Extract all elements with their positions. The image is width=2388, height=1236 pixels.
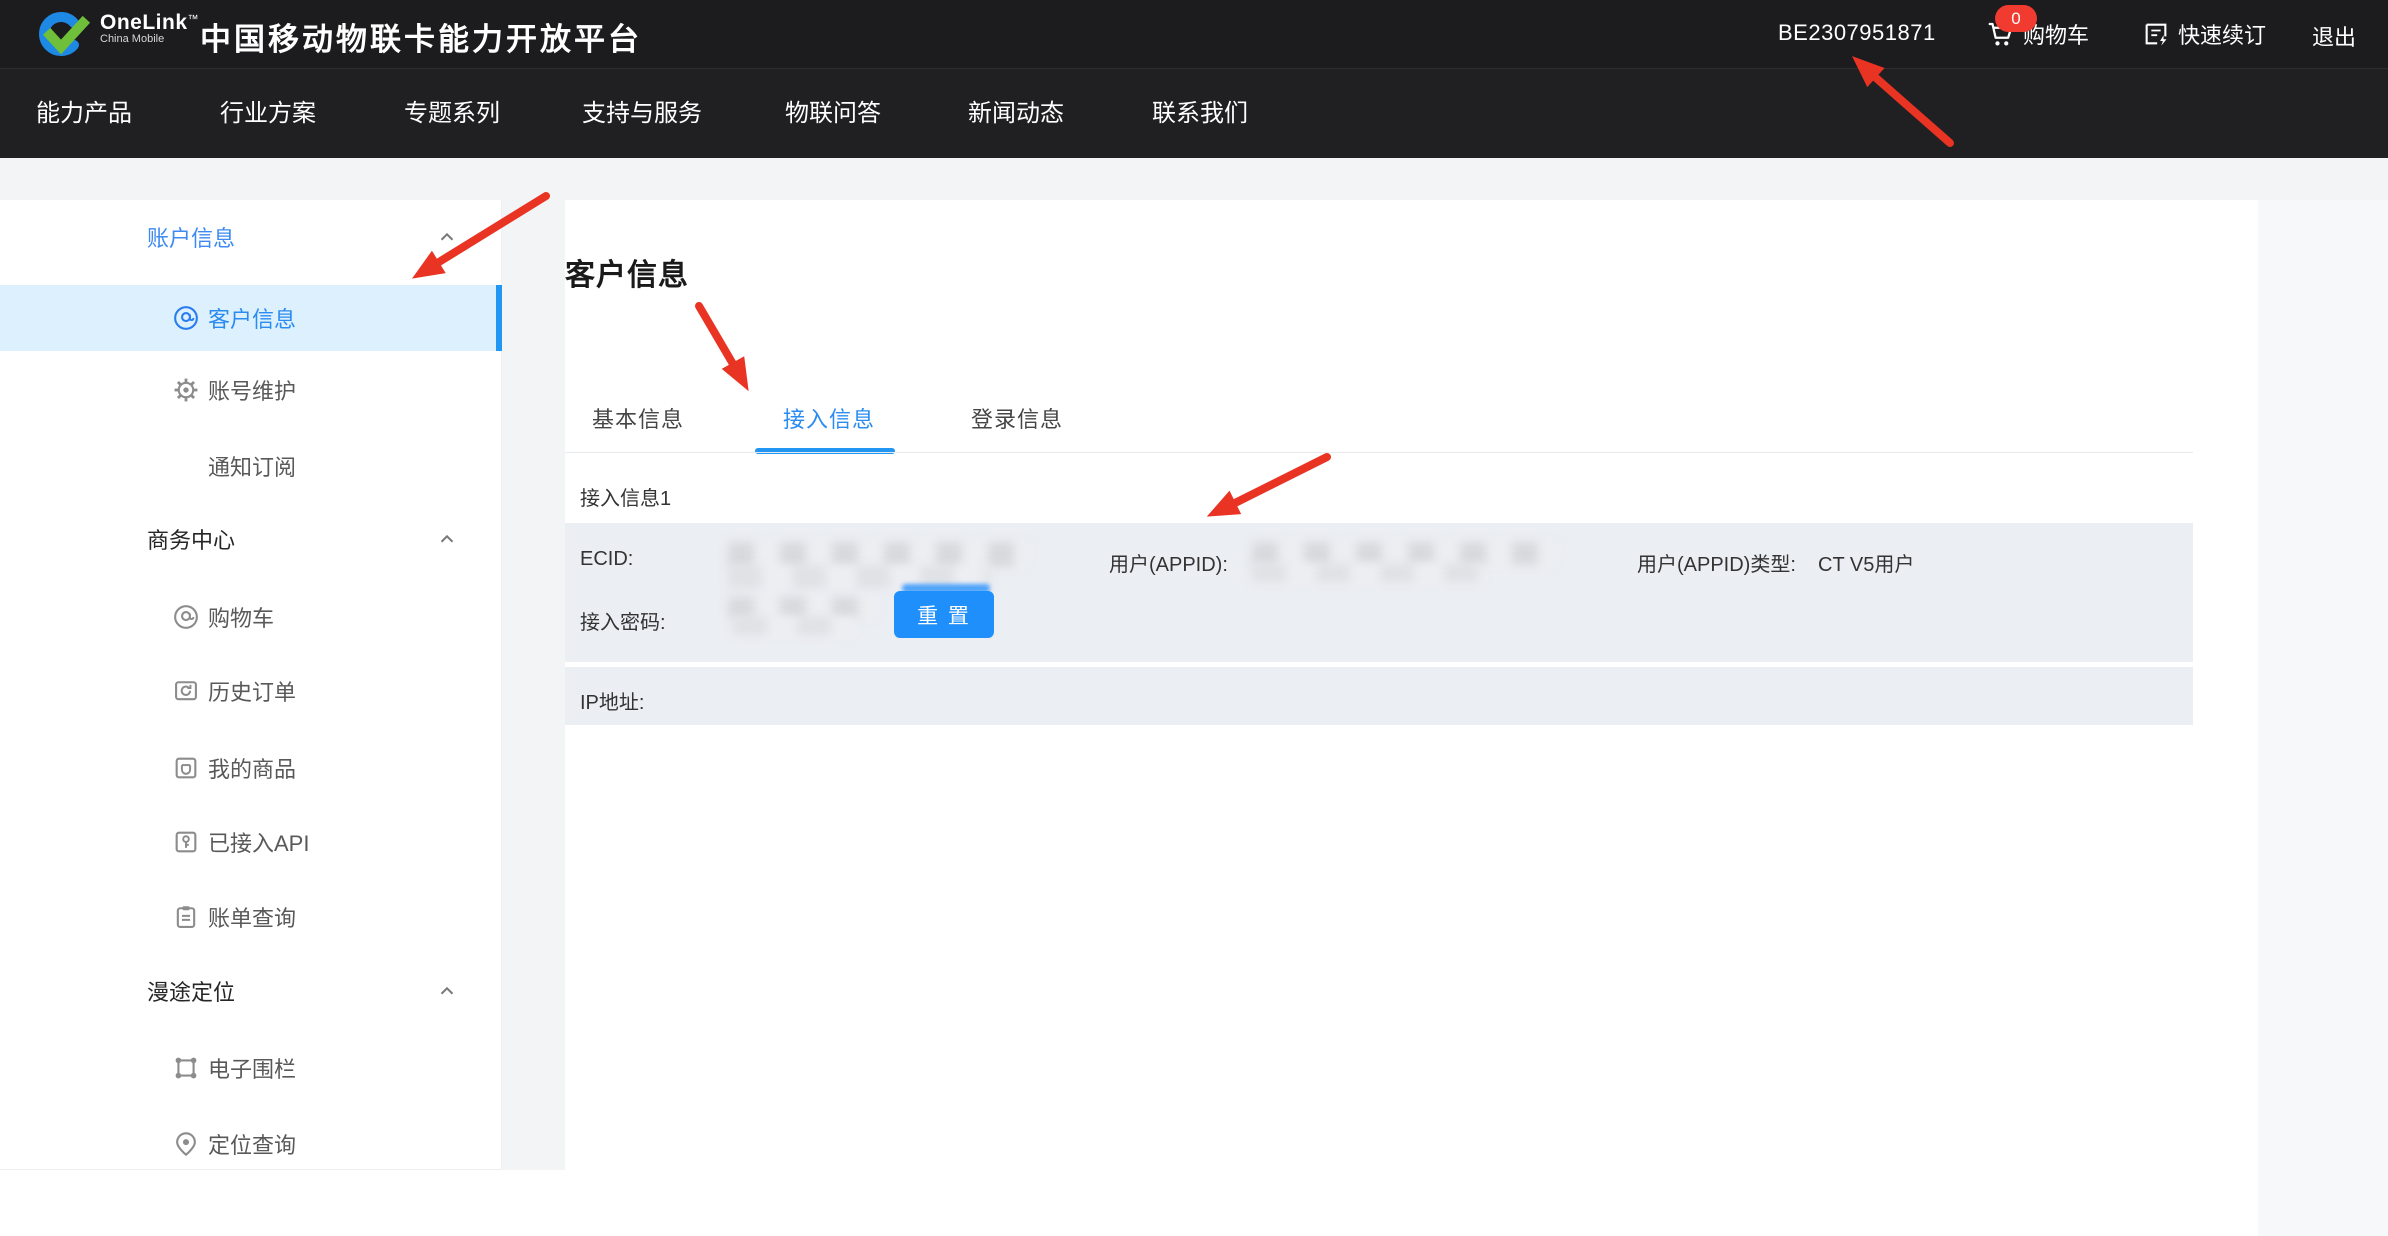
- sidebar-item-connected-api[interactable]: 已接入API: [0, 809, 502, 875]
- sidebar-item-history-orders[interactable]: 历史订单: [0, 658, 502, 724]
- sidebar-section-location[interactable]: 漫途定位: [0, 964, 502, 1018]
- sidebar-item-label: 我的商品: [208, 752, 296, 784]
- sidebar-item-label: 购物车: [208, 601, 274, 633]
- brand-trademark: ™: [188, 14, 199, 26]
- nav-item-industry[interactable]: 行业方案: [220, 69, 316, 159]
- sidebar-item-account-maintain[interactable]: 账号维护: [0, 357, 502, 423]
- redacted-ecid-value: [728, 542, 1028, 567]
- bag-icon: [172, 754, 200, 782]
- history-icon: [172, 677, 200, 705]
- at-circle-icon: [172, 603, 200, 631]
- brand-subtitle: China Mobile: [100, 34, 199, 46]
- reset-password-button[interactable]: 重 置: [894, 591, 994, 638]
- sidebar-item-bill-query[interactable]: 账单查询: [0, 884, 502, 950]
- sidebar-item-customer-info[interactable]: 客户信息: [0, 285, 502, 351]
- nav-item-qa[interactable]: 物联问答: [785, 69, 881, 159]
- active-tab-underline: [755, 448, 895, 454]
- sidebar-section-label: 商务中心: [147, 523, 235, 555]
- redacted-appid-value: [1252, 564, 1484, 582]
- fence-icon: [172, 1054, 200, 1082]
- appid-type-value: CT V5用户: [1818, 548, 1914, 577]
- sidebar-item-label: 客户信息: [208, 302, 296, 334]
- key-square-icon: [172, 828, 200, 856]
- sidebar-section-label: 漫途定位: [147, 975, 235, 1007]
- sidebar: 账户信息 客户信息: [0, 200, 502, 1170]
- appid-type-label: 用户(APPID)类型:: [1637, 548, 1796, 577]
- at-circle-icon: [172, 304, 200, 332]
- portal-title: 中国移动物联卡能力开放平台: [200, 14, 642, 59]
- sidebar-section-account[interactable]: 账户信息: [0, 210, 502, 264]
- sidebar-item-label: 定位查询: [208, 1128, 296, 1160]
- sidebar-section-label: 账户信息: [147, 221, 235, 253]
- nav-item-capability[interactable]: 能力产品: [36, 69, 132, 159]
- sidebar-section-business[interactable]: 商务中心: [0, 512, 502, 566]
- sidebar-gutter: [502, 200, 565, 1170]
- redacted-password-value: [728, 597, 876, 618]
- ecid-label: ECID:: [580, 548, 633, 571]
- topbar: OneLink™ China Mobile 中国移动物联卡能力开放平台 BE23…: [0, 0, 2388, 68]
- sidebar-item-label: 账号维护: [208, 374, 296, 406]
- quick-renew-icon: [2142, 20, 2170, 48]
- nav-item-news[interactable]: 新闻动态: [968, 69, 1064, 159]
- nav-item-series[interactable]: 专题系列: [404, 69, 500, 159]
- page: OneLink™ China Mobile 中国移动物联卡能力开放平台 BE23…: [0, 0, 2388, 1236]
- sidebar-item-label: 已接入API: [208, 826, 309, 858]
- tab-access-info[interactable]: 接入信息: [783, 402, 875, 434]
- gear-icon: [172, 376, 200, 404]
- nav-item-contact[interactable]: 联系我们: [1152, 69, 1248, 159]
- redacted-appid-value: [1252, 542, 1556, 565]
- quick-renew-button[interactable]: 快速续订: [2142, 18, 2266, 50]
- tab-basic-info[interactable]: 基本信息: [592, 402, 684, 434]
- nav-item-support[interactable]: 支持与服务: [582, 69, 702, 159]
- sidebar-item-location-query[interactable]: 定位查询: [0, 1111, 502, 1177]
- access-password-label: 接入密码:: [580, 606, 666, 635]
- sidebar-item-label: 历史订单: [208, 675, 296, 707]
- sidebar-item-shopping-cart[interactable]: 购物车: [0, 584, 502, 650]
- brand-name: OneLink: [100, 11, 188, 34]
- selected-indicator: [496, 285, 502, 351]
- page-background-band: [0, 158, 2388, 200]
- page-title: 客户信息: [565, 250, 689, 294]
- page-right-margin: [2258, 200, 2388, 1236]
- sidebar-item-label: 通知订阅: [208, 450, 296, 482]
- sidebar-item-notify-subscribe[interactable]: 通知订阅: [0, 433, 502, 499]
- bill-icon: [172, 903, 200, 931]
- chevron-up-icon: [436, 980, 458, 1002]
- brand-text: OneLink™ China Mobile: [100, 12, 199, 46]
- sidebar-item-my-products[interactable]: 我的商品: [0, 735, 502, 801]
- logout-button[interactable]: 退出: [2312, 20, 2356, 52]
- main-nav: 能力产品 行业方案 专题系列 支持与服务 物联问答 新闻动态 联系我们: [0, 68, 2388, 158]
- user-id[interactable]: BE2307951871: [1778, 20, 1936, 46]
- chevron-up-icon: [436, 528, 458, 550]
- sidebar-item-label: 账单查询: [208, 901, 296, 933]
- sidebar-item-geo-fence[interactable]: 电子围栏: [0, 1035, 502, 1101]
- quick-renew-label: 快速续订: [2178, 18, 2266, 50]
- tab-login-info[interactable]: 登录信息: [971, 402, 1063, 434]
- access-info-section-label: 接入信息1: [580, 482, 671, 511]
- ip-address-label: IP地址:: [580, 686, 644, 715]
- location-icon: [172, 1130, 200, 1158]
- appid-label: 用户(APPID):: [1109, 548, 1228, 577]
- chevron-up-icon: [436, 226, 458, 248]
- cart-badge: 0: [1995, 5, 2037, 32]
- sidebar-item-label: 电子围栏: [208, 1052, 296, 1084]
- onelink-logo-icon: [36, 11, 92, 57]
- ip-address-box: [565, 667, 2193, 725]
- tab-divider: [565, 452, 2193, 453]
- redacted-password-value: [733, 617, 855, 635]
